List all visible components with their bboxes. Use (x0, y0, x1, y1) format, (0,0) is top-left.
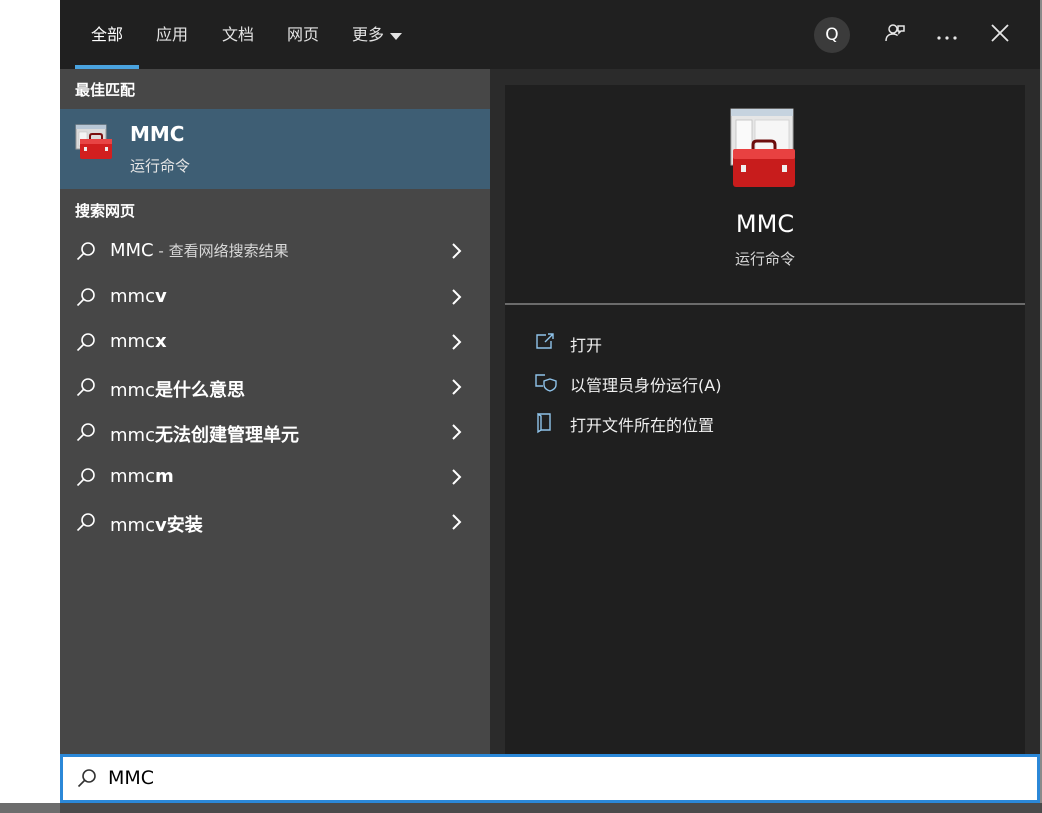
detail-divider (505, 303, 1025, 305)
best-match-title: MMC (130, 122, 185, 146)
chevron-right-icon[interactable] (450, 288, 464, 306)
suggestion-label: MMC - 查看网络搜索结果 (110, 240, 289, 261)
search-panel: 全部 应用 文档 网页 更多 Q 最佳匹配 MMC 运行命令 搜索网页 MMC … (60, 0, 1040, 803)
suggestion-completion: 无法创建管理单元 (154, 425, 299, 446)
web-search-heading: 搜索网页 (75, 202, 136, 220)
taskbar-search-highlight (0, 803, 60, 813)
suggestion-completion: m (154, 466, 174, 487)
file-location-icon (535, 412, 555, 434)
tab-apps-label: 应用 (155, 25, 188, 44)
tab-all-label: 全部 (90, 25, 123, 44)
search-icon (76, 241, 96, 261)
best-match-heading: 最佳匹配 (75, 81, 136, 99)
search-icon (77, 768, 97, 788)
close-button[interactable] (982, 17, 1018, 53)
account-button[interactable]: Q (814, 17, 850, 53)
suggestion-prefix: MMC (110, 240, 154, 261)
search-icon (76, 422, 96, 442)
tab-web-label: 网页 (286, 25, 319, 44)
account-icon: Q (825, 25, 839, 45)
toolbox-app-large-icon (723, 107, 799, 189)
search-icon (76, 377, 96, 397)
tab-more-label: 更多 (351, 25, 384, 44)
search-input[interactable] (108, 763, 1008, 793)
chevron-right-icon[interactable] (450, 242, 464, 260)
best-match-subtitle: 运行命令 (130, 157, 191, 175)
detail-title: MMC (735, 210, 795, 238)
chevron-right-icon[interactable] (450, 468, 464, 486)
tab-web[interactable]: 网页 (276, 0, 330, 69)
suggestion-completion: v (154, 286, 167, 307)
suggestion-prefix: mmc (110, 515, 155, 536)
web-suggestion-item[interactable]: mmcx (60, 320, 490, 365)
suggestion-completion: v安装 (154, 515, 203, 536)
suggestion-completion: 是什么意思 (154, 380, 245, 401)
web-suggestion-item[interactable]: mmcv安装 (60, 500, 490, 545)
best-match-item[interactable]: MMC 运行命令 (60, 109, 490, 189)
run-as-admin-label: 以管理员身份运行(A) (570, 376, 722, 395)
search-icon (76, 332, 96, 352)
admin-shield-icon (535, 372, 557, 392)
suggestion-label: mmcx (110, 331, 167, 352)
search-icon (76, 512, 96, 532)
suggestion-suffix: - 查看网络搜索结果 (153, 242, 289, 260)
toolbox-app-icon (74, 123, 114, 163)
web-suggestion-item[interactable]: MMC - 查看网络搜索结果 (60, 229, 490, 274)
tab-documents-label: 文档 (221, 25, 254, 44)
suggestion-label: mmcm (110, 466, 174, 487)
detail-subtitle: 运行命令 (734, 250, 795, 268)
suggestion-prefix: mmc (110, 425, 155, 446)
close-icon (991, 24, 1009, 46)
suggestion-label: mmc无法创建管理单元 (110, 421, 299, 447)
open-file-location-action[interactable]: 打开文件所在的位置 (535, 410, 995, 436)
suggestion-prefix: mmc (110, 380, 155, 401)
chevron-right-icon[interactable] (450, 513, 464, 531)
open-action[interactable]: 打开 (535, 330, 995, 356)
search-icon (76, 287, 96, 307)
open-icon (535, 332, 555, 352)
web-suggestion-item[interactable]: mmcv (60, 275, 490, 320)
open-file-location-label: 打开文件所在的位置 (570, 416, 715, 435)
tab-apps[interactable]: 应用 (145, 0, 199, 69)
web-suggestion-item[interactable]: mmcm (60, 455, 490, 500)
open-action-label: 打开 (570, 336, 603, 355)
search-icon (76, 467, 96, 487)
tab-all[interactable]: 全部 (75, 0, 139, 69)
detail-pane: MMC 运行命令 打开 以管理员身份运行(A) 打开文件所在的位置 (505, 85, 1025, 754)
more-options-button[interactable] (929, 17, 965, 53)
web-suggestion-item[interactable]: mmc无法创建管理单元 (60, 410, 490, 455)
taskbar (0, 803, 1042, 813)
tab-documents[interactable]: 文档 (211, 0, 265, 69)
web-suggestion-item[interactable]: mmc是什么意思 (60, 365, 490, 410)
suggestion-prefix: mmc (110, 466, 155, 487)
suggestion-completion: x (154, 331, 167, 352)
run-as-admin-action[interactable]: 以管理员身份运行(A) (535, 370, 995, 396)
scope-tab-bar: 全部 应用 文档 网页 更多 Q (60, 0, 1040, 69)
suggestion-label: mmcv (110, 286, 167, 307)
suggestion-label: mmc是什么意思 (110, 376, 245, 402)
chevron-right-icon[interactable] (450, 423, 464, 441)
feedback-icon (884, 22, 906, 48)
chevron-right-icon[interactable] (450, 378, 464, 396)
suggestion-label: mmcv安装 (110, 511, 203, 537)
feedback-button[interactable] (877, 17, 913, 53)
chevron-right-icon[interactable] (450, 333, 464, 351)
results-list: 最佳匹配 MMC 运行命令 搜索网页 MMC - 查看网络搜索结果 mmcv mmc… (60, 69, 490, 754)
search-box[interactable] (60, 754, 1040, 803)
suggestion-prefix: mmc (110, 286, 155, 307)
tab-more[interactable]: 更多 (342, 0, 412, 69)
suggestion-prefix: mmc (110, 331, 155, 352)
chevron-down-icon (390, 1, 402, 71)
more-options-icon (936, 26, 958, 45)
